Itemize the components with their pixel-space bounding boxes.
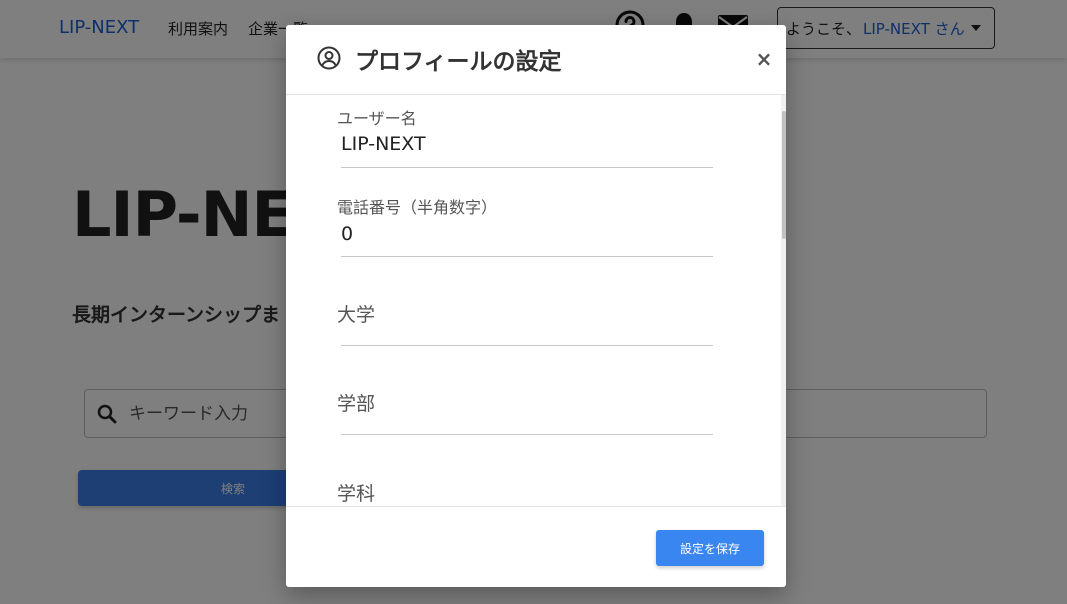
- modal-title: プロフィールの設定: [355, 49, 562, 75]
- modal-body: ユーザー名 LIP-NEXT 電話番号（半角数字） 0 大学 学部 学科: [286, 95, 786, 506]
- user-circle-icon: [317, 46, 341, 70]
- phone-label: 電話番号（半角数字）: [337, 198, 498, 217]
- save-settings-button[interactable]: 設定を保存: [656, 530, 764, 566]
- university-underline: [341, 345, 713, 346]
- faculty-label: 学部: [337, 393, 376, 415]
- department-label: 学科: [337, 483, 376, 505]
- modal-header: プロフィールの設定 ×: [286, 25, 786, 95]
- username-underline: [341, 167, 713, 168]
- phone-value[interactable]: 0: [341, 223, 353, 245]
- profile-settings-modal: プロフィールの設定 × ユーザー名 LIP-NEXT 電話番号（半角数字） 0 …: [286, 25, 786, 587]
- phone-underline: [341, 256, 713, 257]
- university-label: 大学: [337, 304, 376, 326]
- username-label: ユーザー名: [337, 109, 417, 128]
- modal-scrollbar-thumb[interactable]: [782, 111, 786, 239]
- username-value[interactable]: LIP-NEXT: [341, 133, 426, 155]
- modal-footer: 設定を保存: [286, 506, 786, 587]
- faculty-underline: [341, 434, 713, 435]
- close-button[interactable]: ×: [752, 47, 776, 71]
